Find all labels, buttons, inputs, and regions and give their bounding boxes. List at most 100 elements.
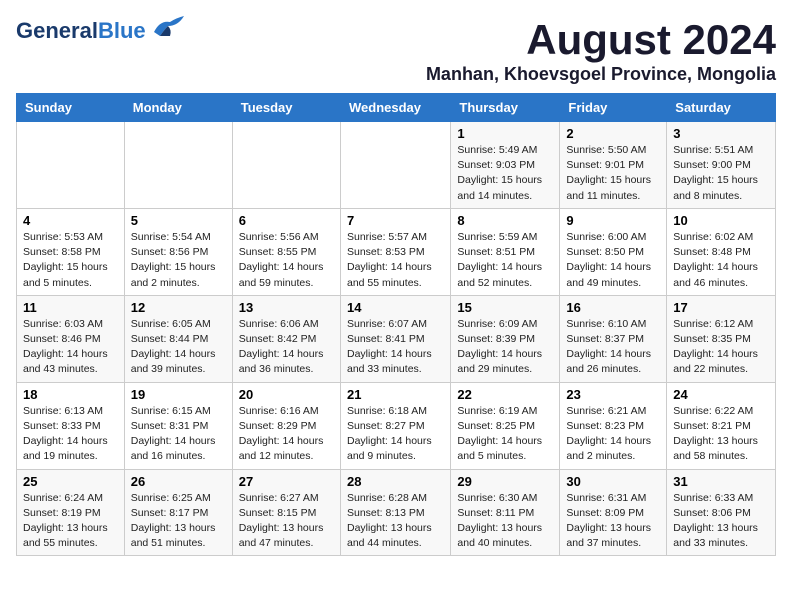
day-number: 29: [457, 474, 553, 489]
day-cell: 2 Sunrise: 5:50 AM Sunset: 9:01 PM Daylig…: [560, 122, 667, 209]
day-number: 4: [23, 213, 118, 228]
day-cell: 27 Sunrise: 6:27 AM Sunset: 8:15 PM Dayli…: [232, 469, 340, 556]
day-cell: 22 Sunrise: 6:19 AM Sunset: 8:25 PM Dayli…: [451, 382, 560, 469]
day-info: Sunrise: 6:06 AM Sunset: 8:42 PM Dayligh…: [239, 317, 334, 378]
day-info: Sunrise: 6:00 AM Sunset: 8:50 PM Dayligh…: [566, 230, 660, 291]
day-cell: 26 Sunrise: 6:25 AM Sunset: 8:17 PM Dayli…: [124, 469, 232, 556]
logo-blue-text: Blue: [98, 18, 146, 43]
day-info: Sunrise: 6:02 AM Sunset: 8:48 PM Dayligh…: [673, 230, 769, 291]
day-number: 25: [23, 474, 118, 489]
day-number: 15: [457, 300, 553, 315]
day-info: Sunrise: 6:12 AM Sunset: 8:35 PM Dayligh…: [673, 317, 769, 378]
day-number: 20: [239, 387, 334, 402]
location-title: Manhan, Khoevsgoel Province, Mongolia: [426, 64, 776, 85]
day-cell: 25 Sunrise: 6:24 AM Sunset: 8:19 PM Dayli…: [17, 469, 125, 556]
day-cell: 8Sunrise: 5:59 AM Sunset: 8:51 PM Daylig…: [451, 208, 560, 295]
day-cell: 12Sunrise: 6:05 AM Sunset: 8:44 PM Dayli…: [124, 295, 232, 382]
weekday-header-thursday: Thursday: [451, 94, 560, 122]
day-info: Sunrise: 6:33 AM Sunset: 8:06 PM Dayligh…: [673, 491, 769, 552]
day-cell: 7 Sunrise: 5:57 AM Sunset: 8:53 PM Daylig…: [340, 208, 450, 295]
day-number: 24: [673, 387, 769, 402]
day-number: 22: [457, 387, 553, 402]
day-info: Sunrise: 5:51 AM Sunset: 9:00 PM Dayligh…: [673, 143, 769, 204]
day-info: Sunrise: 6:21 AM Sunset: 8:23 PM Dayligh…: [566, 404, 660, 465]
day-info: Sunrise: 6:13 AM Sunset: 8:33 PM Dayligh…: [23, 404, 118, 465]
day-info: Sunrise: 6:03 AM Sunset: 8:46 PM Dayligh…: [23, 317, 118, 378]
day-cell: 3 Sunrise: 5:51 AM Sunset: 9:00 PM Daylig…: [667, 122, 776, 209]
weekday-header-sunday: Sunday: [17, 94, 125, 122]
weekday-header-friday: Friday: [560, 94, 667, 122]
day-cell: 31Sunrise: 6:33 AM Sunset: 8:06 PM Dayli…: [667, 469, 776, 556]
day-cell: 28 Sunrise: 6:28 AM Sunset: 8:13 PM Dayli…: [340, 469, 450, 556]
week-row-2: 4 Sunrise: 5:53 AM Sunset: 8:58 PM Daylig…: [17, 208, 776, 295]
day-cell: 15 Sunrise: 6:09 AM Sunset: 8:39 PM Dayli…: [451, 295, 560, 382]
day-number: 2: [566, 126, 660, 141]
day-number: 10: [673, 213, 769, 228]
day-number: 5: [131, 213, 226, 228]
day-cell: 18Sunrise: 6:13 AM Sunset: 8:33 PM Dayli…: [17, 382, 125, 469]
day-cell: 16Sunrise: 6:10 AM Sunset: 8:37 PM Dayli…: [560, 295, 667, 382]
day-cell: 24 Sunrise: 6:22 AM Sunset: 8:21 PM Dayli…: [667, 382, 776, 469]
day-cell: [340, 122, 450, 209]
day-cell: 14 Sunrise: 6:07 AM Sunset: 8:41 PM Dayli…: [340, 295, 450, 382]
logo-bird-icon: [150, 12, 186, 46]
day-number: 14: [347, 300, 444, 315]
day-cell: 17 Sunrise: 6:12 AM Sunset: 8:35 PM Dayli…: [667, 295, 776, 382]
day-info: Sunrise: 6:07 AM Sunset: 8:41 PM Dayligh…: [347, 317, 444, 378]
day-cell: 1 Sunrise: 5:49 AM Sunset: 9:03 PM Daylig…: [451, 122, 560, 209]
day-info: Sunrise: 5:49 AM Sunset: 9:03 PM Dayligh…: [457, 143, 553, 204]
day-info: Sunrise: 5:54 AM Sunset: 8:56 PM Dayligh…: [131, 230, 226, 291]
day-info: Sunrise: 6:19 AM Sunset: 8:25 PM Dayligh…: [457, 404, 553, 465]
week-row-1: 1 Sunrise: 5:49 AM Sunset: 9:03 PM Daylig…: [17, 122, 776, 209]
day-cell: [17, 122, 125, 209]
day-info: Sunrise: 6:18 AM Sunset: 8:27 PM Dayligh…: [347, 404, 444, 465]
day-number: 21: [347, 387, 444, 402]
header: GeneralBlue August 2024 Manhan, Khoevsgo…: [16, 16, 776, 85]
weekday-header-saturday: Saturday: [667, 94, 776, 122]
week-row-3: 11Sunrise: 6:03 AM Sunset: 8:46 PM Dayli…: [17, 295, 776, 382]
day-info: Sunrise: 6:16 AM Sunset: 8:29 PM Dayligh…: [239, 404, 334, 465]
day-number: 28: [347, 474, 444, 489]
day-cell: 4 Sunrise: 5:53 AM Sunset: 8:58 PM Daylig…: [17, 208, 125, 295]
day-cell: [232, 122, 340, 209]
title-area: August 2024 Manhan, Khoevsgoel Province,…: [426, 16, 776, 85]
week-row-4: 18Sunrise: 6:13 AM Sunset: 8:33 PM Dayli…: [17, 382, 776, 469]
logo-text: GeneralBlue: [16, 19, 146, 43]
day-cell: 9 Sunrise: 6:00 AM Sunset: 8:50 PM Daylig…: [560, 208, 667, 295]
day-info: Sunrise: 6:24 AM Sunset: 8:19 PM Dayligh…: [23, 491, 118, 552]
day-number: 23: [566, 387, 660, 402]
day-cell: 5 Sunrise: 5:54 AM Sunset: 8:56 PM Daylig…: [124, 208, 232, 295]
day-info: Sunrise: 5:56 AM Sunset: 8:55 PM Dayligh…: [239, 230, 334, 291]
day-info: Sunrise: 6:27 AM Sunset: 8:15 PM Dayligh…: [239, 491, 334, 552]
day-cell: 29Sunrise: 6:30 AM Sunset: 8:11 PM Dayli…: [451, 469, 560, 556]
day-cell: 19 Sunrise: 6:15 AM Sunset: 8:31 PM Dayli…: [124, 382, 232, 469]
weekday-header-wednesday: Wednesday: [340, 94, 450, 122]
month-title: August 2024: [426, 16, 776, 64]
logo-general: General: [16, 18, 98, 43]
day-info: Sunrise: 6:28 AM Sunset: 8:13 PM Dayligh…: [347, 491, 444, 552]
day-number: 19: [131, 387, 226, 402]
day-number: 1: [457, 126, 553, 141]
day-info: Sunrise: 6:22 AM Sunset: 8:21 PM Dayligh…: [673, 404, 769, 465]
day-info: Sunrise: 6:09 AM Sunset: 8:39 PM Dayligh…: [457, 317, 553, 378]
day-number: 9: [566, 213, 660, 228]
week-row-5: 25 Sunrise: 6:24 AM Sunset: 8:19 PM Dayli…: [17, 469, 776, 556]
day-info: Sunrise: 6:15 AM Sunset: 8:31 PM Dayligh…: [131, 404, 226, 465]
day-info: Sunrise: 5:53 AM Sunset: 8:58 PM Dayligh…: [23, 230, 118, 291]
day-number: 6: [239, 213, 334, 228]
logo: GeneralBlue: [16, 16, 186, 46]
day-number: 17: [673, 300, 769, 315]
day-number: 8: [457, 213, 553, 228]
day-number: 3: [673, 126, 769, 141]
day-number: 26: [131, 474, 226, 489]
day-number: 12: [131, 300, 226, 315]
day-number: 7: [347, 213, 444, 228]
day-cell: 10 Sunrise: 6:02 AM Sunset: 8:48 PM Dayli…: [667, 208, 776, 295]
day-info: Sunrise: 6:25 AM Sunset: 8:17 PM Dayligh…: [131, 491, 226, 552]
day-info: Sunrise: 5:57 AM Sunset: 8:53 PM Dayligh…: [347, 230, 444, 291]
day-number: 27: [239, 474, 334, 489]
weekday-header-row: SundayMondayTuesdayWednesdayThursdayFrid…: [17, 94, 776, 122]
calendar-table: SundayMondayTuesdayWednesdayThursdayFrid…: [16, 93, 776, 556]
day-cell: 11Sunrise: 6:03 AM Sunset: 8:46 PM Dayli…: [17, 295, 125, 382]
day-info: Sunrise: 5:50 AM Sunset: 9:01 PM Dayligh…: [566, 143, 660, 204]
